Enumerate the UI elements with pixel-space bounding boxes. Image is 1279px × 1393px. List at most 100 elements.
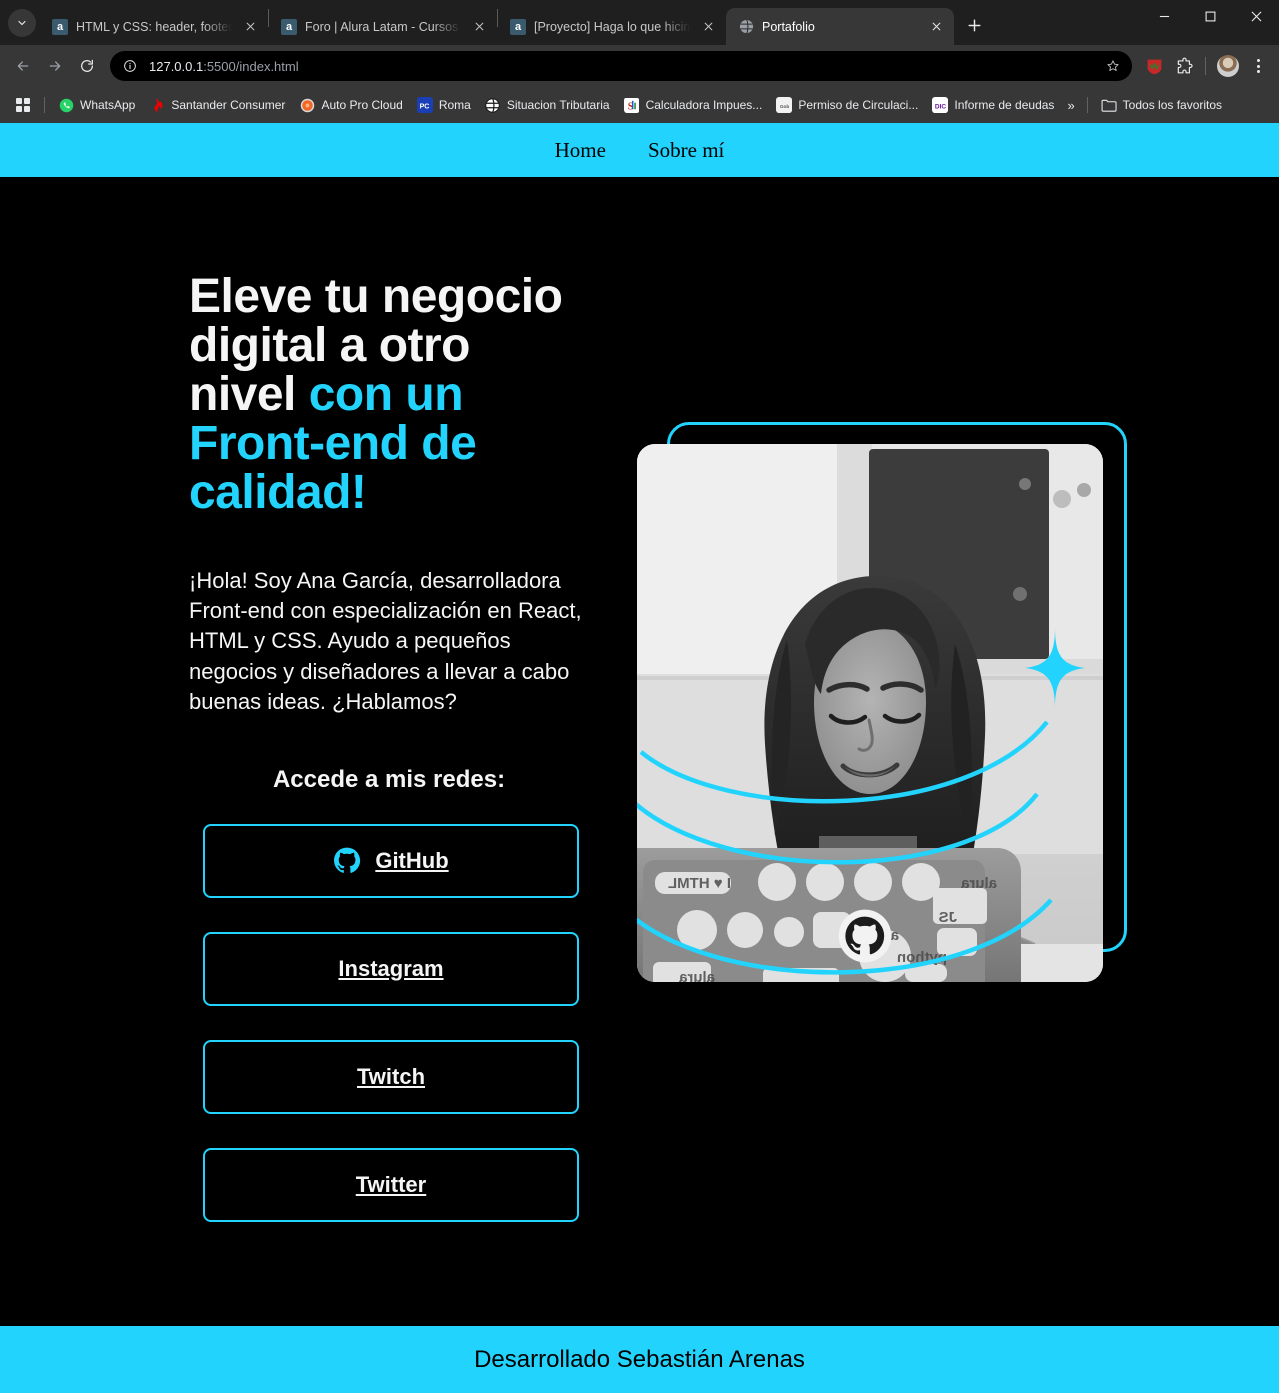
browser-tab[interactable]: a HTML y CSS: header, footer y va xyxy=(40,8,268,45)
social-button-label: Twitter xyxy=(355,1171,427,1197)
bookmark-label: Informe de deudas xyxy=(954,98,1055,112)
minimize-icon xyxy=(1159,15,1169,17)
close-tab-button[interactable] xyxy=(469,17,489,37)
social-section-title: Accede a mis redes: xyxy=(272,765,506,793)
bookmarks-divider xyxy=(1086,97,1088,113)
alura-icon: a xyxy=(510,18,526,35)
maximize-button[interactable] xyxy=(1187,0,1233,32)
close-window-button[interactable] xyxy=(1233,0,1279,32)
browser-tab[interactable]: a Foro | Alura Latam - Cursos onli xyxy=(269,8,497,45)
tab-title: Portafolio xyxy=(762,19,815,34)
bookmark-item[interactable]: Auto Pro Cloud xyxy=(292,94,409,116)
browser-window: a HTML y CSS: header, footer y va a Foro… xyxy=(0,0,1279,1393)
plus-icon xyxy=(967,18,981,32)
apps-grid-icon xyxy=(15,97,31,113)
hero-paragraph: ¡Hola! Soy Ana García, desarrolladora Fr… xyxy=(189,567,582,715)
sii-icon: S xyxy=(624,97,640,113)
reload-button[interactable] xyxy=(72,51,102,81)
hero-left-column: Eleve tu negocio digital a otro nivel co… xyxy=(0,177,629,1326)
social-button-twitter[interactable]: Twitter xyxy=(203,1147,579,1222)
star-icon xyxy=(1107,60,1119,71)
roma-icon: PC xyxy=(416,97,433,113)
profile-photo-image: I ♥ HTML alura alura JS python alura xyxy=(637,444,1103,982)
bookmark-item[interactable]: DIC Informe de deudas xyxy=(925,94,1061,116)
social-button-twitch[interactable]: Twitch xyxy=(203,1039,579,1114)
hero-section: Eleve tu negocio digital a otro nivel co… xyxy=(0,177,1279,1326)
all-bookmarks-label: Todos los favoritos xyxy=(1122,98,1223,112)
minimize-button[interactable] xyxy=(1141,0,1187,32)
new-tab-button[interactable] xyxy=(960,11,988,39)
browser-tab-active[interactable]: Portafolio xyxy=(726,8,954,45)
globe-icon xyxy=(738,19,754,35)
forward-button[interactable] xyxy=(40,51,70,81)
close-icon xyxy=(475,22,483,31)
puzzle-icon xyxy=(1177,57,1193,73)
all-bookmarks-button[interactable]: Todos los favoritos xyxy=(1094,94,1229,116)
close-icon xyxy=(932,22,940,31)
bookmark-item[interactable]: Situacion Tributaria xyxy=(478,94,617,116)
sii-globe-icon xyxy=(485,97,501,113)
social-button-instagram[interactable]: Instagram xyxy=(203,931,579,1006)
permiso-icon: Gob xyxy=(776,97,793,113)
tabs-container: a HTML y CSS: header, footer y va a Foro… xyxy=(40,0,1141,45)
extensions-puzzle-icon[interactable] xyxy=(1170,52,1198,80)
reload-icon xyxy=(81,59,93,72)
bookmark-label: Santander Consumer xyxy=(171,98,286,112)
svg-text:DIC: DIC xyxy=(935,103,947,110)
tab-search-button[interactable] xyxy=(8,9,36,37)
svg-text:Gob: Gob xyxy=(780,103,789,108)
social-button-label: Instagram xyxy=(338,955,444,981)
close-icon xyxy=(246,22,254,31)
profile-avatar[interactable] xyxy=(1217,55,1239,77)
extension-badge-icon[interactable] xyxy=(1140,52,1168,80)
tab-strip: a HTML y CSS: header, footer y va a Foro… xyxy=(0,0,1279,45)
nav-link-home[interactable]: Home xyxy=(547,136,614,165)
bookmarks-overflow-button[interactable]: » xyxy=(1061,95,1080,116)
bookmark-item[interactable]: WhatsApp xyxy=(51,94,142,116)
close-tab-button[interactable] xyxy=(698,17,718,37)
url-path: :5500/index.html xyxy=(203,58,299,74)
site-navigation: Home Sobre mí xyxy=(0,123,1279,177)
bookmark-item[interactable]: S Calculadora Impues... xyxy=(617,94,770,116)
apps-shortcut[interactable] xyxy=(8,94,38,116)
bookmark-label: WhatsApp xyxy=(80,98,136,112)
web-page-content: Home Sobre mí Eleve tu negocio digital a… xyxy=(0,123,1279,1393)
profile-photo: I ♥ HTML alura alura JS python alura xyxy=(637,444,1103,982)
bookmark-label: Permiso de Circulaci... xyxy=(798,98,919,112)
photo-stack: I ♥ HTML alura alura JS python alura xyxy=(637,422,1127,982)
bookmark-item[interactable]: Santander Consumer xyxy=(142,94,292,116)
svg-text:PC: PC xyxy=(420,103,430,110)
arrow-right-icon xyxy=(49,61,61,71)
tab-title: HTML y CSS: header, footer y va xyxy=(76,19,232,34)
info-circle-icon xyxy=(124,60,136,72)
bookmarks-bar: WhatsApp Santander Consumer Auto Pro Clo… xyxy=(0,87,1279,123)
close-tab-button[interactable] xyxy=(240,17,260,37)
maximize-icon xyxy=(1205,11,1215,21)
autoprocloud-icon xyxy=(299,97,315,113)
close-icon xyxy=(1251,11,1261,21)
folder-icon xyxy=(1101,97,1117,113)
arrow-left-icon xyxy=(17,61,29,71)
social-button-label: Twitch xyxy=(356,1063,426,1089)
url-text: 127.0.0.1:5500/index.html xyxy=(149,59,1100,74)
browser-toolbar: 127.0.0.1:5500/index.html xyxy=(0,45,1279,87)
bookmark-item[interactable]: PC Roma xyxy=(410,94,478,116)
chrome-menu-button[interactable] xyxy=(1245,53,1271,79)
svg-text:I ♥ HTML: I ♥ HTML xyxy=(668,875,731,892)
address-bar[interactable]: 127.0.0.1:5500/index.html xyxy=(110,51,1132,81)
social-button-github[interactable]: GitHub xyxy=(203,823,579,898)
alura-icon: a xyxy=(281,18,297,35)
back-button[interactable] xyxy=(8,51,38,81)
bookmark-star-icon[interactable] xyxy=(1100,53,1126,79)
toolbar-divider xyxy=(1205,57,1206,75)
nav-link-sobre-mi[interactable]: Sobre mí xyxy=(640,136,732,165)
svg-text:alura: alura xyxy=(960,875,997,892)
bookmark-item[interactable]: Gob Permiso de Circulaci... xyxy=(769,94,925,116)
footer-text: Desarrollado Sebastián Arenas xyxy=(474,1345,805,1373)
alura-icon: a xyxy=(52,18,68,35)
browser-tab[interactable]: a [Proyecto] Haga lo que hicimos xyxy=(498,8,726,45)
site-information-icon[interactable] xyxy=(118,54,142,78)
close-tab-button[interactable] xyxy=(926,17,946,37)
bookmark-label: Auto Pro Cloud xyxy=(321,98,403,112)
informe-icon: DIC xyxy=(932,97,949,113)
